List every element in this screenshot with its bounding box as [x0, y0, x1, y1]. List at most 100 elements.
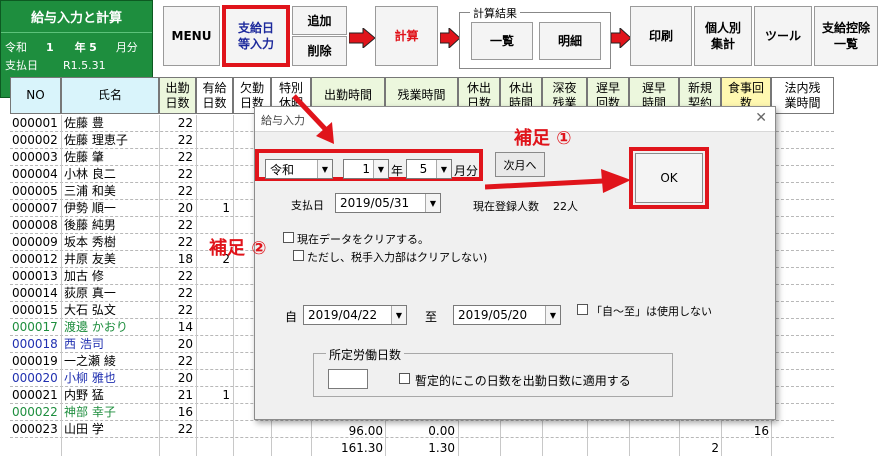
row-work-days[interactable]: 22	[159, 234, 193, 250]
row-employee-name[interactable]: 渡邊 かおり	[64, 319, 164, 335]
to-label: 至	[425, 310, 438, 324]
row-employee-name[interactable]: 山田 学	[64, 421, 164, 437]
row-employee-name[interactable]: 小柳 雅也	[64, 370, 164, 386]
row23-new-contract[interactable]: 2	[679, 440, 719, 456]
delete-button[interactable]: 削除	[292, 36, 347, 66]
row-work-days[interactable]: 22	[159, 166, 193, 182]
row-work-days[interactable]: 20	[159, 336, 193, 352]
row-work-days[interactable]: 14	[159, 319, 193, 335]
calc-button[interactable]: 計算	[375, 6, 438, 66]
row-employee-no[interactable]: 000001	[12, 115, 60, 131]
row-work-days[interactable]: 20	[159, 200, 193, 216]
close-icon[interactable]: ✕	[755, 110, 767, 126]
row-employee-no[interactable]: 000005	[12, 183, 60, 199]
print-button[interactable]: 印刷	[630, 6, 692, 66]
row-work-days[interactable]: 22	[159, 302, 193, 318]
row-work-days[interactable]: 22	[159, 285, 193, 301]
row-employee-no[interactable]: 000015	[12, 302, 60, 318]
row-employee-name[interactable]: 後藤 純男	[64, 217, 164, 233]
row-employee-no[interactable]: 000022	[12, 404, 60, 420]
pay-input-dialog: 給与入力 ✕ 令和 ▼ 1 ▼ 年 5 ▼ 月分 次月へ OK 支払日 2019…	[254, 106, 776, 420]
panel-divider	[1, 32, 152, 33]
ok-button[interactable]: OK	[635, 153, 703, 203]
row-employee-no[interactable]: 000014	[12, 285, 60, 301]
row-employee-name[interactable]: 加古 修	[64, 268, 164, 284]
row23-overtime[interactable]: 1.30	[385, 440, 455, 456]
row-paid-days[interactable]: 1	[196, 200, 230, 216]
row-employee-name[interactable]: 佐藤 豊	[64, 115, 164, 131]
row22-meal-count[interactable]: 16	[721, 423, 769, 439]
row-work-days[interactable]: 20	[159, 370, 193, 386]
row-employee-name[interactable]: 神部 幸子	[64, 404, 164, 420]
row-employee-name[interactable]: 井原 友美	[64, 251, 164, 267]
disable-range-checkbox[interactable]	[577, 304, 588, 315]
to-date-select[interactable]: 2019/05/20 ▼	[453, 305, 561, 325]
row-work-days[interactable]: 22	[159, 421, 193, 437]
row-employee-name[interactable]: 坂本 秀樹	[64, 234, 164, 250]
row-employee-no[interactable]: 000017	[12, 319, 60, 335]
row-employee-name[interactable]: 一之瀬 綾	[64, 353, 164, 369]
row-employee-no[interactable]: 000009	[12, 234, 60, 250]
row-employee-no[interactable]: 000004	[12, 166, 60, 182]
pay-date-input-button[interactable]: 支給日 等入力	[222, 5, 290, 67]
row-employee-name[interactable]: 荻原 真一	[64, 285, 164, 301]
menu-button[interactable]: MENU	[163, 6, 220, 66]
work-days-input[interactable]	[328, 369, 368, 389]
row-employee-name[interactable]: 大石 弘文	[64, 302, 164, 318]
row-work-days[interactable]: 22	[159, 149, 193, 165]
payday-select[interactable]: 2019/05/31 ▼	[335, 193, 441, 213]
row-work-days[interactable]: 22	[159, 115, 193, 131]
annotation-note-2: 補足 ②	[209, 238, 267, 259]
chevron-down-icon: ▼	[373, 160, 388, 178]
pay-date-input-line2: 等入力	[237, 37, 274, 51]
keep-tax-input-checkbox[interactable]	[293, 250, 304, 261]
row-employee-no[interactable]: 000020	[12, 370, 60, 386]
row-employee-no[interactable]: 000013	[12, 268, 60, 284]
col-header-legal-overtime: 法内残 業時間	[771, 77, 834, 114]
tools-button[interactable]: ツール	[754, 6, 812, 66]
per-person-summary-button[interactable]: 個人別 集計	[694, 6, 752, 66]
from-date-select[interactable]: 2019/04/22 ▼	[303, 305, 407, 325]
row-work-days[interactable]: 21	[159, 387, 193, 403]
row-employee-no[interactable]: 000019	[12, 353, 60, 369]
row-employee-no[interactable]: 000007	[12, 200, 60, 216]
row-work-days[interactable]: 22	[159, 132, 193, 148]
result-detail-button[interactable]: 明細	[539, 22, 601, 60]
row-employee-no[interactable]: 000002	[12, 132, 60, 148]
result-list-button[interactable]: 一覧	[471, 22, 533, 60]
row-work-days[interactable]: 22	[159, 217, 193, 233]
row-work-days[interactable]: 18	[159, 251, 193, 267]
era-select[interactable]: 令和 ▼	[265, 159, 333, 179]
apply-days-checkbox[interactable]	[399, 373, 410, 384]
month-select[interactable]: 5 ▼	[406, 159, 452, 179]
row-employee-name[interactable]: 内野 猛	[64, 387, 164, 403]
row22-work-hours[interactable]: 96.00	[311, 423, 383, 439]
row23-work-hours[interactable]: 161.30	[311, 440, 383, 456]
disable-range-label: 「自～至」は使用しない	[591, 305, 712, 318]
row-employee-name[interactable]: 小林 良二	[64, 166, 164, 182]
row-employee-no[interactable]: 000018	[12, 336, 60, 352]
row-employee-no[interactable]: 000008	[12, 217, 60, 233]
clear-data-checkbox[interactable]	[283, 232, 294, 243]
row-work-days[interactable]: 22	[159, 353, 193, 369]
year-select[interactable]: 1 ▼	[343, 159, 389, 179]
row-work-days[interactable]: 22	[159, 183, 193, 199]
chevron-down-icon: ▼	[391, 306, 406, 324]
row-work-days[interactable]: 22	[159, 268, 193, 284]
panel-year-value: 1	[46, 41, 54, 54]
row22-overtime[interactable]: 0.00	[385, 423, 455, 439]
row-paid-days[interactable]: 1	[196, 387, 230, 403]
row-employee-no[interactable]: 000012	[12, 251, 60, 267]
add-button[interactable]: 追加	[292, 6, 347, 35]
row-work-days[interactable]: 16	[159, 404, 193, 420]
row-employee-name[interactable]: 三浦 和美	[64, 183, 164, 199]
row-employee-name[interactable]: 佐藤 肇	[64, 149, 164, 165]
row-employee-name[interactable]: 西 浩司	[64, 336, 164, 352]
row-employee-name[interactable]: 伊勢 順一	[64, 200, 164, 216]
row-employee-no[interactable]: 000023	[12, 421, 60, 437]
row-employee-no[interactable]: 000021	[12, 387, 60, 403]
row-employee-name[interactable]: 佐藤 理恵子	[64, 132, 164, 148]
panel-title: 給与入力と計算	[30, 11, 122, 26]
row-employee-no[interactable]: 000003	[12, 149, 60, 165]
deduction-list-button[interactable]: 支給控除 一覧	[814, 6, 878, 66]
